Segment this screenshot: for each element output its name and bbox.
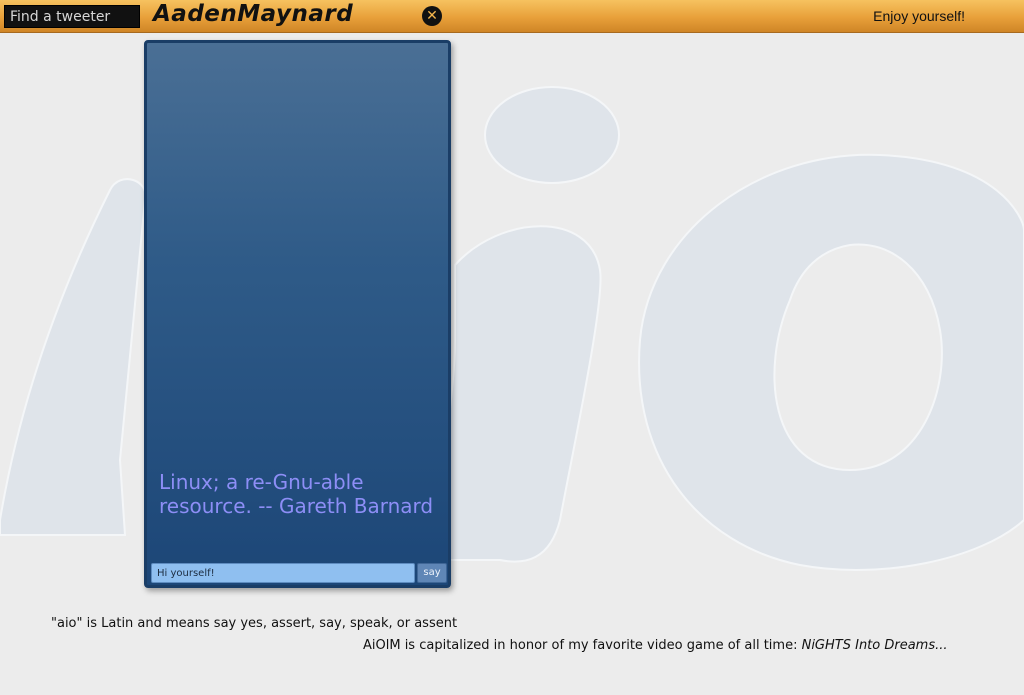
say-input[interactable] — [151, 563, 415, 583]
tagline: Enjoy yourself! — [873, 8, 965, 24]
tweet-panel: Linux; a re-Gnu-able resource. -- Gareth… — [144, 40, 451, 588]
page: AadenMaynard ✕ Enjoy yourself! Linux; a … — [0, 0, 1024, 695]
top-bar: AadenMaynard ✕ Enjoy yourself! — [0, 0, 1024, 33]
say-form: say — [151, 563, 447, 584]
say-button[interactable]: say — [417, 563, 447, 583]
capitalization-note-text: AiOlM is capitalized in honor of my favo… — [363, 638, 802, 653]
game-title: NiGHTS Into Dreams... — [801, 638, 948, 653]
capitalization-note: AiOlM is capitalized in honor of my favo… — [363, 638, 948, 653]
username-title: AadenMaynard — [153, 1, 354, 27]
quote-text: Linux; a re-Gnu-able resource. -- Gareth… — [159, 470, 434, 518]
close-icon[interactable]: ✕ — [422, 6, 442, 26]
aio-meaning-note: "aio" is Latin and means say yes, assert… — [51, 616, 458, 631]
find-tweeter-input[interactable] — [4, 5, 140, 28]
